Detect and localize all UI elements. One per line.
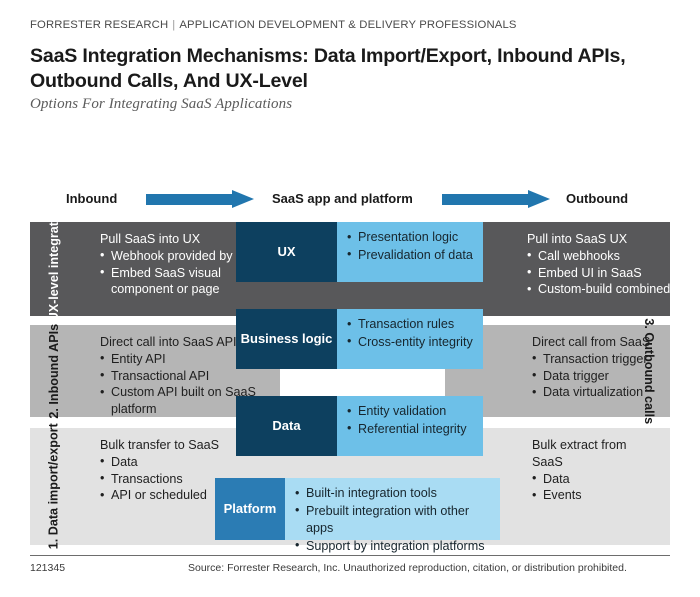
arrow-right-icon-outbound <box>442 190 550 208</box>
list-item: Events <box>532 487 660 504</box>
layer-block-platform: Platform Built-in integration tools Preb… <box>215 478 500 554</box>
figure-id: 121345 <box>30 562 66 574</box>
list-item: Embed UI in SaaS <box>527 264 695 282</box>
column-header-inbound: Inbound <box>66 191 118 206</box>
arrow-shaft <box>442 194 528 205</box>
layer-block-data: Data Entity validation Referential integ… <box>236 396 483 456</box>
layer-name: Platform <box>215 478 285 540</box>
figure-canvas: FORRESTER RESEARCH | APPLICATION DEVELOPME… <box>0 0 700 597</box>
list-item: Referential integrity <box>347 420 475 439</box>
list-item: Prevalidation of data <box>347 246 475 265</box>
brand-label: FORRESTER RESEARCH <box>30 19 169 31</box>
column-header-center: SaaS app and platform <box>272 191 413 206</box>
list-item: Call webhooks <box>527 247 695 265</box>
layer-body: Transaction rules Cross-entity integrity <box>337 309 483 369</box>
figure-subtitle: Options For Integrating SaaS Application… <box>30 96 293 112</box>
list-item: Presentation logic <box>347 229 475 247</box>
list-item: Transactional API <box>100 367 280 385</box>
side-block-api-outbound: Direct call from SaaS Transaction trigge… <box>532 334 654 401</box>
side-list: Transaction trigger Data trigger Data vi… <box>532 350 654 401</box>
list-item: Data virtualization <box>532 384 654 401</box>
spine-text: 1. Data import/export <box>46 423 61 550</box>
publication-kicker: FORRESTER RESEARCH | APPLICATION DEVELOPME… <box>30 19 517 31</box>
list-item: Support by integration platforms <box>295 537 492 556</box>
list-item: Transaction trigger <box>532 350 654 368</box>
side-list: Call webhooks Embed UI in SaaS Custom-bu… <box>527 247 695 298</box>
layer-body: Entity validation Referential integrity <box>337 396 483 456</box>
layer-list: Presentation logic Prevalidation of data <box>347 229 475 264</box>
arrow-shaft <box>146 194 232 205</box>
spine-text: 2. Inbound APIs <box>46 323 61 419</box>
layer-name: Data <box>236 396 337 456</box>
layer-list: Entity validation Referential integrity <box>347 403 475 438</box>
list-item: Cross-entity integrity <box>347 333 475 352</box>
arrow-right-icon-inbound <box>146 190 254 208</box>
layer-name: Business logic <box>236 309 337 369</box>
list-item: Transaction rules <box>347 316 475 334</box>
list-item: Data trigger <box>532 367 654 385</box>
side-lead: Bulk extract from SaaS <box>532 438 627 469</box>
side-lead: Direct call from SaaS <box>532 335 651 349</box>
band-gap-notch <box>280 369 445 396</box>
side-list: Data Events <box>532 470 660 505</box>
list-item: Custom-build combined UX <box>527 281 695 298</box>
arrow-head <box>528 190 550 208</box>
layer-list: Built-in integration tools Prebuilt inte… <box>295 485 492 555</box>
band-spine-label-inbound-apis: 2. Inbound APIs <box>30 323 78 419</box>
spine-text: 4. UX-level integration <box>46 202 61 336</box>
source-note: Source: Forrester Research, Inc. Unautho… <box>188 562 627 574</box>
side-block-data-outbound: Bulk extract from SaaS Data Events <box>532 437 660 504</box>
band-spine-label-ux: 4. UX-level integration <box>30 203 78 335</box>
layer-body: Presentation logic Prevalidation of data <box>337 222 483 282</box>
footer-divider <box>30 555 670 556</box>
layer-block-ux: UX Presentation logic Prevalidation of d… <box>236 222 483 282</box>
layer-body: Built-in integration tools Prebuilt inte… <box>285 478 500 554</box>
figure-title: SaaS Integration Mechanisms: Data Import… <box>30 45 626 92</box>
side-lead: Pull into SaaS UX <box>527 232 628 246</box>
arrow-head <box>232 190 254 208</box>
layer-name: UX <box>236 222 337 282</box>
list-item: Entity validation <box>347 403 475 421</box>
list-item: Prebuilt integration with other apps <box>295 502 492 538</box>
layer-block-business-logic: Business logic Transaction rules Cross-e… <box>236 309 483 369</box>
side-block-ux-outbound: Pull into SaaS UX Call webhooks Embed UI… <box>527 231 695 298</box>
practice-label: APPLICATION DEVELOPMENT & DELIVERY PROFE… <box>179 19 517 31</box>
column-header-outbound: Outbound <box>566 191 629 206</box>
list-item: Built-in integration tools <box>295 485 492 503</box>
list-item: Data <box>532 470 660 488</box>
list-item: Data <box>100 453 280 471</box>
layer-list: Transaction rules Cross-entity integrity <box>347 316 475 351</box>
band-spine-label-data-import-export: 1. Data import/export <box>30 424 78 550</box>
kicker-separator: | <box>172 19 176 31</box>
